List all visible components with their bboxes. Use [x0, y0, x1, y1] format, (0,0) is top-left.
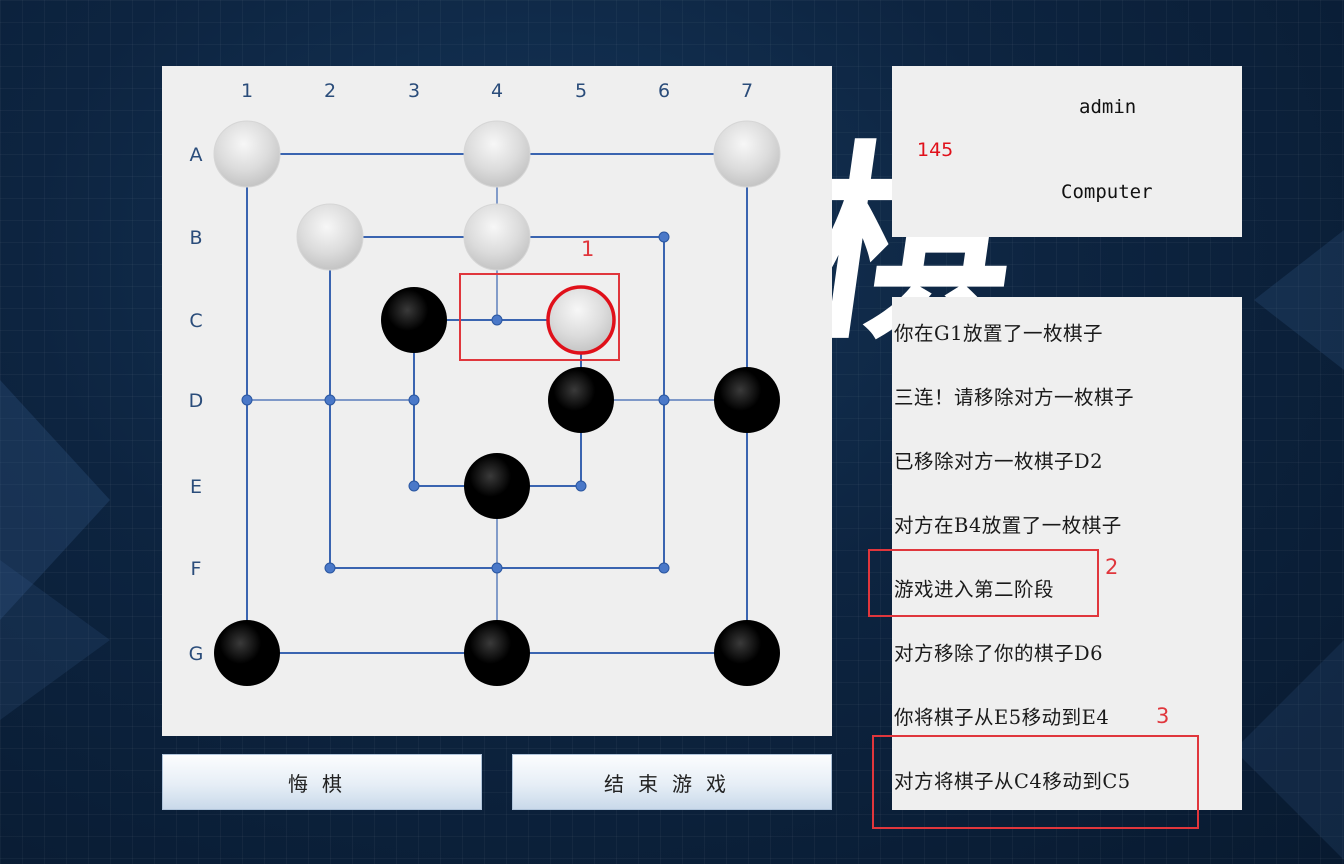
- white-piece: [713, 120, 781, 188]
- empty-point: [408, 480, 420, 492]
- row-label: G: [189, 643, 204, 665]
- column-label: 4: [491, 80, 503, 102]
- log-entry: 对方在B4放置了一枚棋子: [894, 514, 1122, 537]
- empty-point: [324, 562, 336, 574]
- log-entry: 你将棋子从E5移动到E4: [894, 706, 1110, 729]
- player-name-admin: admin: [1079, 96, 1137, 118]
- row-label: C: [189, 310, 202, 332]
- empty-point: [241, 394, 253, 406]
- log-entry: 三连！请移除对方一枚棋子: [894, 386, 1135, 409]
- empty-point: [324, 394, 336, 406]
- background-shape: [0, 560, 110, 720]
- player-info-panel: admin 145 Computer: [892, 66, 1242, 237]
- log-entry: 对方移除了你的棋子D6: [894, 642, 1104, 665]
- empty-point: [658, 394, 670, 406]
- log-entry: 已移除对方一枚棋子D2: [894, 450, 1104, 473]
- white-piece: [296, 203, 364, 271]
- row-label: B: [189, 227, 202, 249]
- black-piece: [214, 620, 280, 686]
- white-piece: [463, 203, 531, 271]
- annotation-box-2: [868, 549, 1099, 617]
- empty-point: [408, 394, 420, 406]
- annotation-box-3: [872, 735, 1199, 829]
- player-name-computer: Computer: [1061, 181, 1153, 203]
- empty-point: [658, 231, 670, 243]
- row-label: E: [190, 476, 202, 498]
- row-label: F: [191, 558, 202, 580]
- black-piece: [381, 287, 447, 353]
- column-label: 1: [241, 80, 253, 102]
- white-piece: [213, 120, 281, 188]
- column-label: 6: [658, 80, 670, 102]
- background-shape: [1234, 640, 1344, 860]
- row-label: D: [189, 390, 204, 412]
- black-piece: [464, 453, 530, 519]
- column-label: 7: [741, 80, 753, 102]
- annotation-box-1: [459, 273, 620, 361]
- black-piece: [464, 620, 530, 686]
- black-piece: [714, 620, 780, 686]
- board-canvas: 1 2 3 4 5 6 7 A B C D E F G: [189, 80, 781, 686]
- log-entry: 你在G1放置了一枚棋子: [894, 322, 1103, 345]
- end-game-button[interactable]: 结束游戏: [512, 754, 832, 810]
- white-piece: [463, 120, 531, 188]
- background-shape: [1254, 230, 1344, 370]
- empty-point: [575, 480, 587, 492]
- column-label: 5: [575, 80, 587, 102]
- annotation-label-1: 1: [581, 237, 595, 261]
- black-piece: [548, 367, 614, 433]
- empty-point: [491, 562, 503, 574]
- column-label: 3: [408, 80, 420, 102]
- annotation-label-3: 3: [1156, 704, 1170, 728]
- row-label: A: [190, 144, 203, 166]
- undo-button[interactable]: 悔棋: [162, 754, 482, 810]
- game-board: 1 2 3 4 5 6 7 A B C D E F G: [162, 66, 832, 736]
- empty-point: [658, 562, 670, 574]
- black-piece: [714, 367, 780, 433]
- column-label: 2: [324, 80, 336, 102]
- annotation-label-2: 2: [1105, 555, 1119, 579]
- score-value: 145: [917, 139, 954, 161]
